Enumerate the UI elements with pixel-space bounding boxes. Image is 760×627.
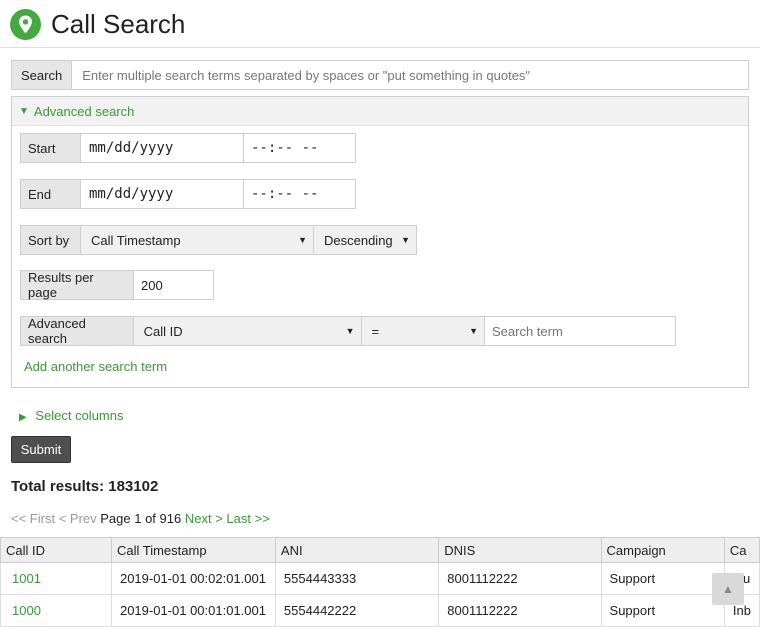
end-date-input[interactable]: mm/dd/yyyy	[81, 180, 243, 208]
pager-prev: < Prev	[58, 511, 97, 526]
end-row: End mm/dd/yyyy --:-- --	[20, 179, 356, 209]
search-term-input[interactable]	[485, 317, 675, 345]
triangle-down-icon: ▼	[19, 105, 29, 117]
end-time-input[interactable]: --:-- --	[243, 180, 355, 208]
pagination: << First < Prev Page 1 of 916 Next > Las…	[11, 511, 270, 526]
column-header[interactable]: Call Timestamp	[110, 537, 276, 563]
search-term-row: Advanced search Call ID ▼ = ▼	[20, 316, 676, 346]
start-date-input[interactable]: mm/dd/yyyy	[81, 134, 243, 162]
pager-page-text: Page 1 of 916	[100, 511, 182, 526]
start-label: Start	[21, 134, 81, 162]
call-id-link[interactable]: 1001	[0, 562, 112, 595]
sort-order-select[interactable]: Descending ▼	[314, 226, 416, 254]
select-columns-label: Select columns	[35, 408, 124, 423]
header-divider	[0, 47, 760, 48]
start-row: Start mm/dd/yyyy --:-- --	[20, 133, 356, 163]
dropdown-caret-icon: ▼	[469, 326, 478, 336]
table-cell: Support	[600, 594, 725, 627]
start-time-input[interactable]: --:-- --	[243, 134, 355, 162]
column-header[interactable]: DNIS	[438, 537, 602, 563]
table-cell: 5554442222	[274, 594, 440, 627]
column-header[interactable]: Ca	[723, 537, 760, 563]
sort-order-value: Descending	[324, 232, 393, 248]
call-id-link[interactable]: 1000	[0, 594, 112, 627]
column-header[interactable]: Call ID	[0, 537, 112, 563]
advanced-search-toggle[interactable]: ▼ Advanced search	[12, 97, 748, 126]
term-field-value: Call ID	[143, 323, 183, 339]
table-row: 1001 2019-01-01 00:02:01.001 5554443333 …	[0, 562, 760, 595]
table-cell: 2019-01-01 00:01:01.001	[110, 594, 276, 627]
add-search-term-link[interactable]: Add another search term	[24, 359, 167, 374]
pager-next-link[interactable]: Next >	[185, 511, 223, 526]
table-cell: 2019-01-01 00:02:01.001	[110, 562, 276, 595]
table-cell: Support	[600, 562, 725, 595]
sort-field-value: Call Timestamp	[91, 232, 181, 248]
search-label: Search	[12, 61, 73, 89]
pager-first: << First	[11, 511, 56, 526]
table-cell: 8001112222	[438, 594, 602, 627]
end-label: End	[21, 180, 81, 208]
advanced-search-label: Advanced search	[21, 316, 134, 346]
triangle-right-icon: ▶	[19, 412, 27, 423]
per-page-row: Results per page 200	[20, 270, 214, 300]
advanced-search-toggle-label: Advanced search	[33, 103, 135, 119]
location-pin-icon	[10, 8, 41, 40]
total-results: Total results: 183102	[11, 478, 159, 495]
table-header-row: Call ID Call Timestamp ANI DNIS Campaign…	[0, 537, 760, 563]
sort-label: Sort by	[21, 226, 81, 254]
table-cell: 8001112222	[438, 562, 602, 595]
submit-button[interactable]: Submit	[11, 436, 71, 463]
per-page-label: Results per page	[21, 270, 134, 300]
dropdown-caret-icon: ▼	[345, 326, 355, 336]
per-page-input[interactable]: 200	[134, 271, 213, 299]
sort-row: Sort by Call Timestamp ▼ Descending ▼	[20, 225, 417, 255]
term-field-select[interactable]: Call ID ▼	[133, 317, 362, 345]
page-title: Call Search	[51, 8, 186, 39]
table-cell: 5554443333	[274, 562, 440, 595]
scroll-to-top-button[interactable]: ▲	[712, 573, 744, 605]
dropdown-caret-icon: ▼	[401, 235, 410, 245]
page-header: Call Search	[10, 8, 185, 40]
term-operator-select[interactable]: = ▼	[361, 317, 485, 345]
search-bar: Search	[11, 60, 749, 90]
pager-last-link[interactable]: Last >>	[226, 511, 269, 526]
search-input[interactable]	[72, 61, 748, 89]
term-operator-value: =	[371, 323, 380, 339]
column-header[interactable]: Campaign	[600, 537, 725, 563]
arrow-up-icon: ▲	[722, 582, 734, 596]
select-columns-toggle[interactable]: ▶ Select columns	[19, 408, 123, 423]
results-table: Call ID Call Timestamp ANI DNIS Campaign…	[0, 537, 760, 627]
column-header[interactable]: ANI	[274, 537, 440, 563]
table-row: 1000 2019-01-01 00:01:01.001 5554442222 …	[0, 594, 760, 627]
advanced-search-panel: ▼ Advanced search Start mm/dd/yyyy --:--…	[11, 96, 749, 388]
dropdown-caret-icon: ▼	[298, 235, 307, 245]
sort-field-select[interactable]: Call Timestamp ▼	[81, 226, 314, 254]
